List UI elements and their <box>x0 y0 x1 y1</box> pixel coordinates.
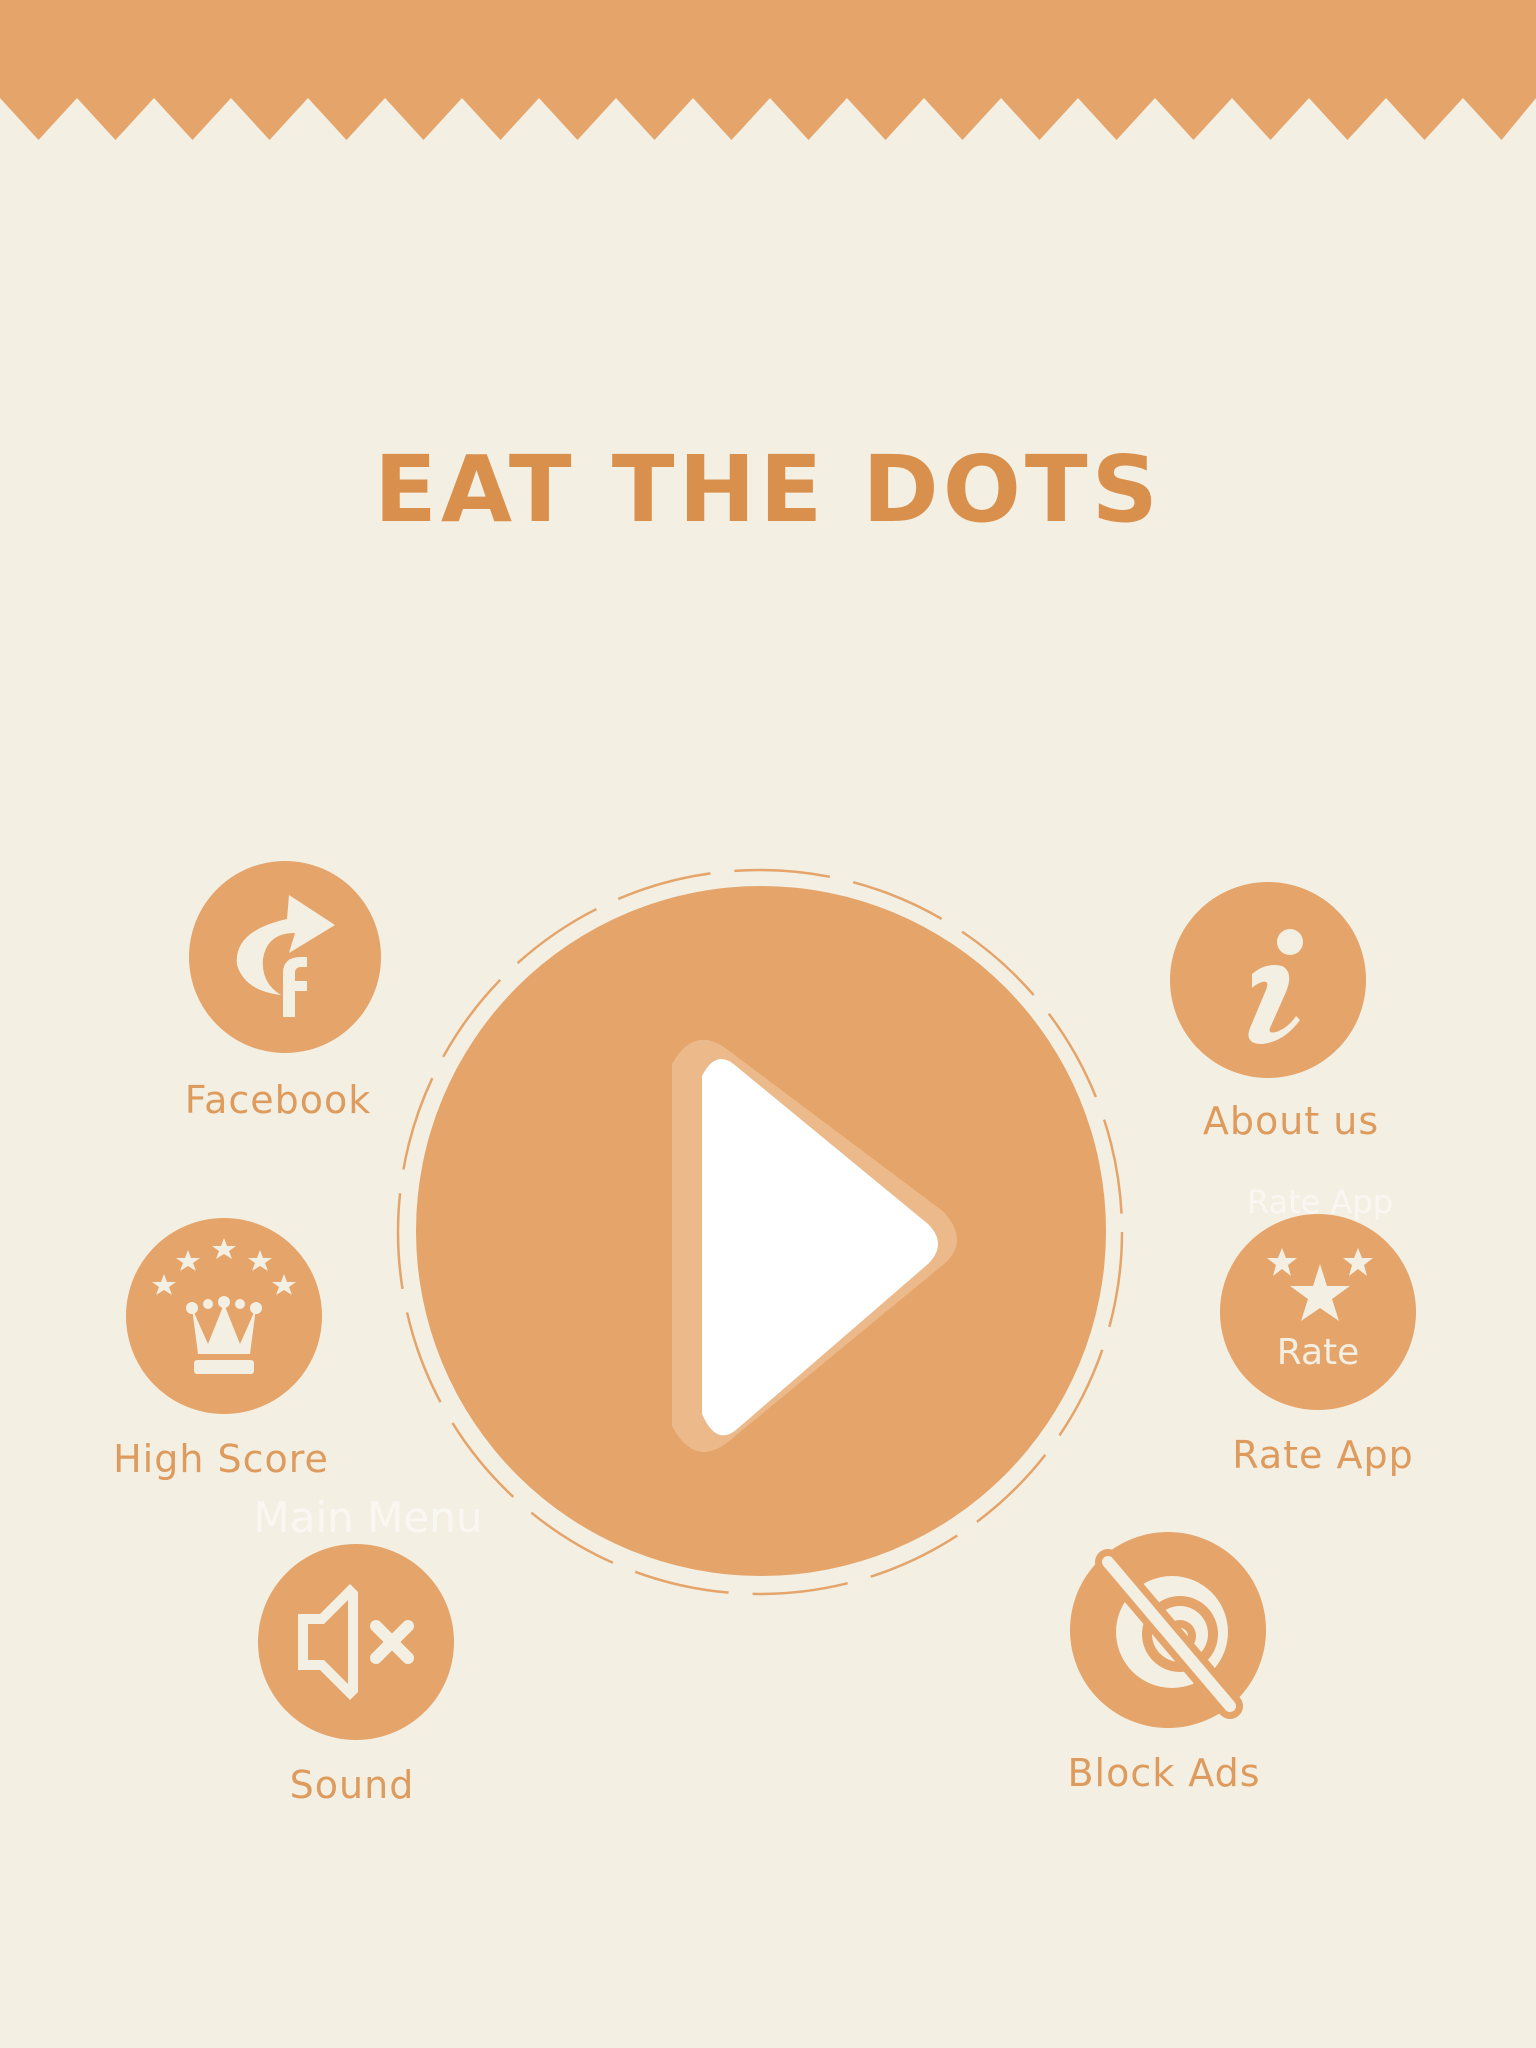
facebook-button[interactable] <box>189 861 381 1053</box>
no-ads-icon <box>1095 1549 1243 1719</box>
high-score-button[interactable] <box>126 1218 322 1414</box>
about-label: About us <box>1202 1099 1380 1143</box>
speaker-muted-icon <box>298 1584 414 1700</box>
header-zigzag-band <box>0 0 1536 140</box>
game-title: EAT THE DOTS <box>374 436 1162 543</box>
sound-label: Sound <box>289 1763 415 1807</box>
about-button[interactable] <box>1170 882 1366 1078</box>
block-ads-button[interactable] <box>1070 1532 1266 1728</box>
facebook-label: Facebook <box>184 1078 372 1122</box>
crown-stars-icon <box>152 1238 296 1374</box>
facebook-share-icon <box>236 895 335 1017</box>
play-button[interactable] <box>416 886 1106 1576</box>
info-icon <box>1248 929 1303 1044</box>
rate-inner-text: Rate <box>1276 1332 1360 1373</box>
rate-button[interactable]: Rate <box>1220 1214 1416 1410</box>
rate-label: Rate App <box>1232 1433 1414 1477</box>
high-score-label: High Score <box>113 1437 329 1481</box>
block-ads-label: Block Ads <box>1067 1751 1261 1795</box>
play-icon <box>672 1039 957 1452</box>
star-rate-icon <box>1267 1248 1373 1321</box>
ghost-main-menu-text: Main Menu <box>253 1493 483 1542</box>
sound-button[interactable] <box>258 1544 454 1740</box>
